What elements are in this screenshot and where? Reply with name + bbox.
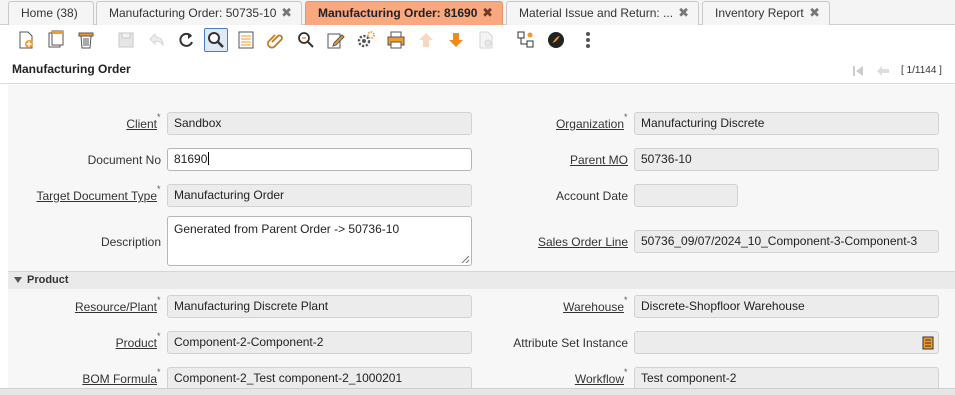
tab-label: Inventory Report	[715, 6, 804, 20]
warehouse-field[interactable]: Discrete-Shopfloor Warehouse	[634, 295, 939, 318]
bom-formula-label[interactable]: BOM Formula	[8, 372, 157, 386]
warehouse-label[interactable]: Warehouse	[458, 300, 624, 314]
refresh-icon[interactable]	[174, 28, 198, 52]
product-field[interactable]: Component-2-Component-2	[167, 331, 472, 354]
previous-record-icon[interactable]	[876, 65, 890, 77]
tab-manufacturing-order-81690[interactable]: Manufacturing Order: 81690 ✖	[305, 1, 503, 25]
required-marker: *	[157, 112, 161, 122]
tab-home[interactable]: Home (38)	[8, 1, 94, 25]
attribute-set-instance-label: Attribute Set Instance	[513, 336, 628, 350]
attachment-icon[interactable]	[264, 28, 288, 52]
account-date-field[interactable]	[634, 184, 738, 207]
more-icon[interactable]	[576, 28, 600, 52]
document-no-label: Document No	[87, 153, 161, 167]
collapse-triangle-icon[interactable]	[14, 277, 22, 283]
record-counter: [ 1/1144 ]	[901, 65, 942, 76]
grid-toggle-icon[interactable]	[234, 28, 258, 52]
tab-label: Home (38)	[21, 6, 78, 20]
tab-label: Manufacturing Order: 81690	[318, 6, 478, 20]
archive-icon[interactable]	[544, 28, 568, 52]
parent-mo-label[interactable]: Parent MO	[458, 153, 628, 167]
section-title: Product	[27, 274, 69, 286]
print-icon[interactable]	[384, 28, 408, 52]
resource-plant-label[interactable]: Resource/Plant	[8, 300, 157, 314]
edit-icon[interactable]	[324, 28, 348, 52]
organization-label[interactable]: Organization	[458, 117, 624, 131]
copy-record-icon[interactable]	[44, 28, 68, 52]
required-marker: *	[624, 367, 628, 377]
tab-manufacturing-order-50735[interactable]: Manufacturing Order: 50735-10 ✖	[96, 1, 302, 25]
target-document-type-label[interactable]: Target Document Type	[8, 189, 157, 203]
target-document-type-field[interactable]: Manufacturing Order	[167, 184, 472, 207]
report-icon[interactable]	[474, 28, 498, 52]
delete-icon[interactable]	[74, 28, 98, 52]
process-icon[interactable]	[354, 28, 378, 52]
tab-bar: Home (38) Manufacturing Order: 50735-10 …	[0, 0, 955, 25]
tab-material-issue-return[interactable]: Material Issue and Return: ... ✖	[506, 1, 699, 25]
product-label[interactable]: Product	[8, 336, 157, 350]
document-no-field[interactable]: 81690	[167, 148, 472, 171]
find-icon[interactable]	[204, 28, 228, 52]
required-marker: *	[157, 331, 161, 341]
close-icon[interactable]: ✖	[482, 2, 493, 24]
undo-icon[interactable]	[144, 28, 168, 52]
client-label[interactable]: Client	[8, 117, 157, 131]
sales-order-line-field[interactable]: 50736_09/07/2024_10_Component-3-Componen…	[634, 230, 939, 253]
product-section-header[interactable]: Product	[8, 271, 955, 289]
tab-label: Manufacturing Order: 50735-10	[109, 6, 277, 20]
toolbar	[0, 25, 955, 57]
description-label: Description	[100, 235, 161, 249]
first-record-icon[interactable]	[852, 65, 864, 77]
workflow-label[interactable]: Workflow	[458, 372, 624, 386]
document-no-value: 81690	[174, 152, 208, 166]
required-marker: *	[157, 184, 161, 194]
client-field[interactable]: Sandbox	[167, 112, 472, 135]
text-cursor	[208, 152, 210, 165]
close-icon[interactable]: ✖	[678, 2, 689, 24]
next-icon[interactable]	[444, 28, 468, 52]
organization-field[interactable]: Manufacturing Discrete	[634, 112, 939, 135]
required-marker: *	[157, 295, 161, 305]
workflow-field[interactable]: Test component-2	[634, 367, 939, 390]
close-icon[interactable]: ✖	[281, 2, 292, 24]
tab-inventory-report[interactable]: Inventory Report ✖	[702, 1, 830, 25]
required-marker: *	[157, 367, 161, 377]
resource-plant-field[interactable]: Manufacturing Discrete Plant	[167, 295, 472, 318]
account-date-label: Account Date	[555, 189, 628, 203]
description-value: Generated from Parent Order -> 50736-10	[174, 222, 400, 236]
workflow-icon[interactable]	[514, 28, 538, 52]
attribute-editor-icon[interactable]	[922, 336, 934, 350]
bom-formula-field[interactable]: Component-2_Test component-2_1000201	[167, 367, 472, 390]
save-icon[interactable]	[114, 28, 138, 52]
previous-icon[interactable]	[414, 28, 438, 52]
required-marker: *	[624, 295, 628, 305]
window-header: Manufacturing Order [ 1/1144 ]	[0, 57, 955, 84]
close-icon[interactable]: ✖	[809, 2, 820, 24]
required-marker: *	[624, 112, 628, 122]
zoom-icon[interactable]	[294, 28, 318, 52]
parent-mo-field[interactable]: 50736-10	[634, 148, 939, 171]
page-title: Manufacturing Order	[12, 62, 131, 76]
form-panel: Client * Sandbox Document No 81690 Targe…	[8, 85, 955, 395]
attribute-set-instance-field[interactable]	[634, 331, 939, 354]
tab-label: Material Issue and Return: ...	[519, 6, 674, 20]
description-field[interactable]: Generated from Parent Order -> 50736-10	[167, 216, 472, 266]
new-record-icon[interactable]	[14, 28, 38, 52]
resize-grip-icon[interactable]	[461, 255, 469, 263]
split-pane-handle[interactable]	[0, 388, 955, 395]
sales-order-line-label[interactable]: Sales Order Line	[458, 235, 628, 249]
